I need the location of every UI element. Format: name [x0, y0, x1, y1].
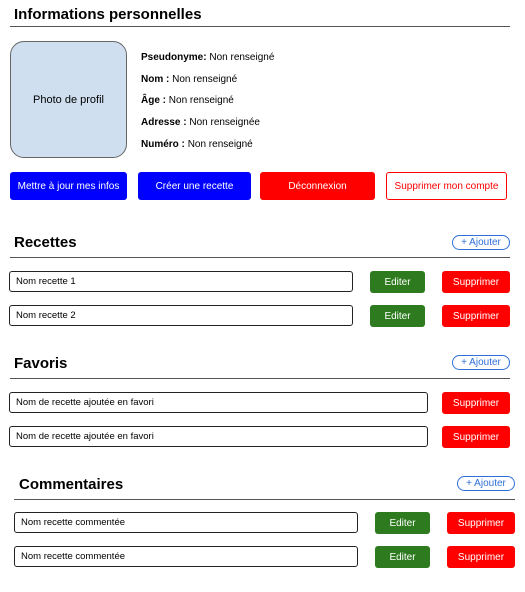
info-pseudonyme: Pseudonyme: Non renseigné — [141, 52, 274, 63]
profile-divider — [10, 26, 510, 27]
edit-recipe-button[interactable]: Editer — [370, 305, 425, 327]
logout-button[interactable]: Déconnexion — [260, 172, 375, 200]
edit-comment-button[interactable]: Editer — [375, 546, 430, 568]
edit-comment-button[interactable]: Editer — [375, 512, 430, 534]
comment-item[interactable]: Nom recette commentée — [14, 512, 358, 533]
add-recipe-button[interactable]: + Ajouter — [452, 235, 510, 250]
info-numero: Numéro : Non renseigné — [141, 139, 253, 150]
create-recipe-button[interactable]: Créer une recette — [138, 172, 251, 200]
info-age-label: Âge : — [141, 95, 166, 106]
info-nom-label: Nom : — [141, 74, 170, 85]
profile-title: Informations personnelles — [14, 6, 202, 23]
comment-item[interactable]: Nom recette commentée — [14, 546, 358, 567]
delete-account-button[interactable]: Supprimer mon compte — [386, 172, 507, 200]
delete-recipe-button[interactable]: Supprimer — [442, 271, 510, 293]
profile-photo-label: Photo de profil — [33, 93, 104, 106]
recipe-item[interactable]: Nom recette 1 — [9, 271, 353, 292]
favorite-item[interactable]: Nom de recette ajoutée en favori — [9, 392, 428, 413]
info-nom-value: Non renseigné — [172, 74, 238, 85]
favorite-item[interactable]: Nom de recette ajoutée en favori — [9, 426, 428, 447]
comments-title: Commentaires — [19, 476, 124, 493]
info-numero-value: Non renseigné — [187, 139, 253, 150]
recipes-title: Recettes — [14, 234, 77, 251]
info-age-value: Non renseigné — [168, 95, 234, 106]
info-age: Âge : Non renseigné — [141, 95, 234, 106]
delete-recipe-button[interactable]: Supprimer — [442, 305, 510, 327]
profile-photo[interactable]: Photo de profil — [10, 41, 127, 158]
recipes-divider — [10, 257, 510, 258]
info-nom: Nom : Non renseigné — [141, 74, 237, 85]
info-adresse-label: Adresse : — [141, 117, 187, 128]
delete-comment-button[interactable]: Supprimer — [447, 546, 515, 568]
delete-favorite-button[interactable]: Supprimer — [442, 426, 510, 448]
info-adresse: Adresse : Non renseignée — [141, 117, 260, 128]
info-adresse-value: Non renseignée — [189, 117, 260, 128]
delete-comment-button[interactable]: Supprimer — [447, 512, 515, 534]
add-favorite-button[interactable]: + Ajouter — [452, 355, 510, 370]
edit-recipe-button[interactable]: Editer — [370, 271, 425, 293]
update-info-button[interactable]: Mettre à jour mes infos — [10, 172, 127, 200]
delete-favorite-button[interactable]: Supprimer — [442, 392, 510, 414]
info-pseudonyme-label: Pseudonyme: — [141, 52, 207, 63]
add-comment-button[interactable]: + Ajouter — [457, 476, 515, 491]
info-numero-label: Numéro : — [141, 139, 185, 150]
favorites-title: Favoris — [14, 355, 68, 372]
favorites-divider — [10, 378, 510, 379]
recipe-item[interactable]: Nom recette 2 — [9, 305, 353, 326]
info-pseudonyme-value: Non renseigné — [209, 52, 275, 63]
comments-divider — [14, 499, 515, 500]
